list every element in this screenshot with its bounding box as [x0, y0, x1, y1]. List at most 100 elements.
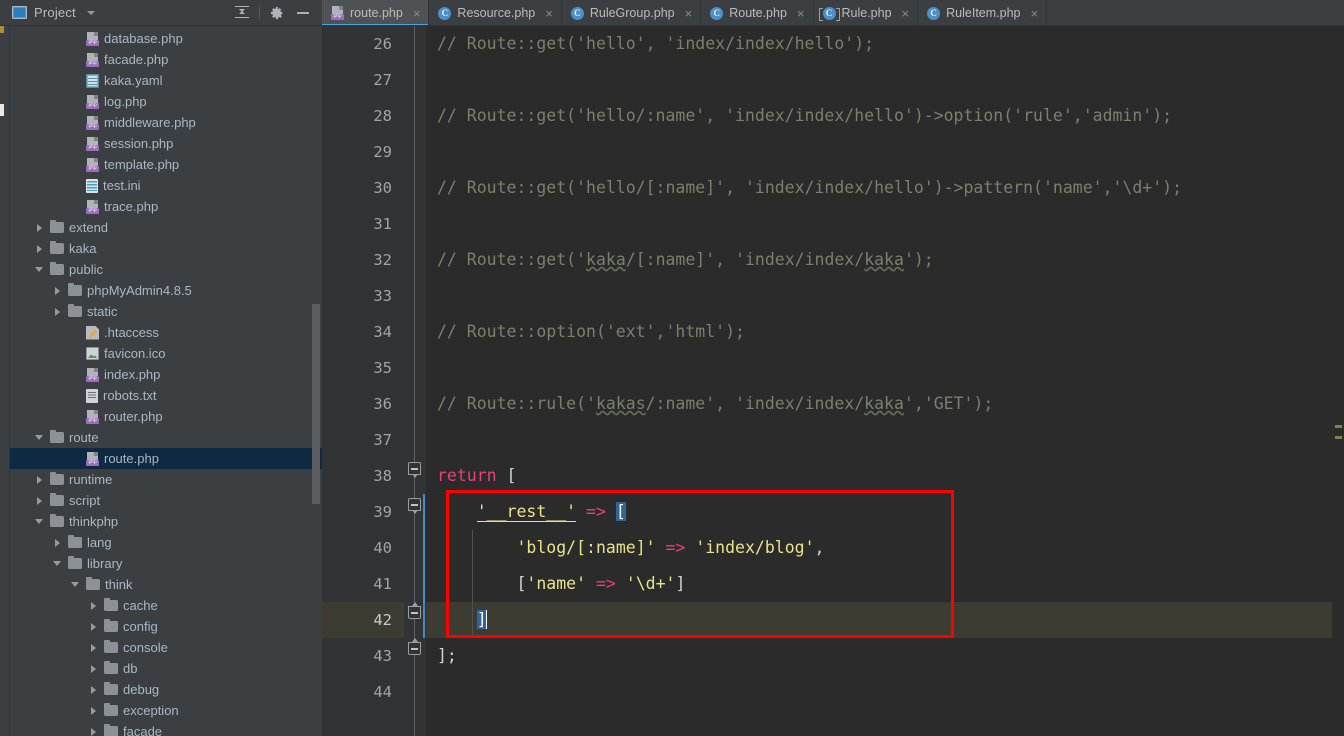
- project-tree-scrollbar[interactable]: [312, 304, 320, 504]
- code-line[interactable]: // Route::option('ext','html');: [426, 314, 1344, 350]
- code-line[interactable]: ['name' => '\d+']: [426, 566, 1344, 602]
- tree-folder-row[interactable]: public: [10, 259, 322, 280]
- code-line[interactable]: // Route::get('hello', 'index/index/hell…: [426, 26, 1344, 62]
- chevron-right-icon[interactable]: [88, 600, 99, 611]
- tree-folder-row[interactable]: console: [10, 637, 322, 658]
- fold-marker-line-43[interactable]: [406, 638, 423, 657]
- fold-marker-line-38[interactable]: [406, 460, 423, 478]
- code-line[interactable]: [426, 422, 1344, 458]
- line-number[interactable]: 41: [322, 566, 404, 602]
- line-number[interactable]: 40: [322, 530, 404, 566]
- project-tree[interactable]: php database.php php facade.php kaka.yaml php…: [10, 26, 322, 736]
- code-line[interactable]: [426, 62, 1344, 98]
- line-number[interactable]: 30: [322, 170, 404, 206]
- chevron-down-icon[interactable]: [34, 516, 45, 527]
- settings-button[interactable]: [264, 2, 290, 24]
- code-line[interactable]: [426, 278, 1344, 314]
- tree-folder-row[interactable]: route: [10, 427, 322, 448]
- code-line[interactable]: return [: [426, 458, 1344, 494]
- chevron-right-icon[interactable]: [88, 726, 99, 736]
- tree-folder-row[interactable]: kaka: [10, 238, 322, 259]
- tree-file-row[interactable]: php session.php: [10, 133, 322, 154]
- tree-folder-row[interactable]: script: [10, 490, 322, 511]
- chevron-right-icon[interactable]: [52, 306, 63, 317]
- line-number[interactable]: 36: [322, 386, 404, 422]
- code-line[interactable]: // Route::get('hello/:name', 'index/inde…: [426, 98, 1344, 134]
- code-content[interactable]: // Route::get('hello', 'index/index/hell…: [426, 26, 1344, 736]
- hide-panel-button[interactable]: [290, 2, 316, 24]
- code-line[interactable]: [426, 134, 1344, 170]
- line-number[interactable]: 42: [322, 602, 404, 638]
- tree-file-row[interactable]: php template.php: [10, 154, 322, 175]
- chevron-down-icon[interactable]: [34, 264, 45, 275]
- chevron-down-icon[interactable]: [52, 558, 63, 569]
- tree-folder-row[interactable]: thinkphp: [10, 511, 322, 532]
- code-line[interactable]: // Route::rule('kakas/:name', 'index/ind…: [426, 386, 1344, 422]
- editor-tab-route-php[interactable]: C Route.php ×: [701, 0, 814, 25]
- tree-folder-row[interactable]: runtime: [10, 469, 322, 490]
- chevron-right-icon[interactable]: [34, 495, 45, 506]
- tree-file-row[interactable]: php database.php: [10, 28, 322, 49]
- line-number[interactable]: 33: [322, 278, 404, 314]
- code-line[interactable]: // Route::get('hello/[:name]', 'index/in…: [426, 170, 1344, 206]
- line-number[interactable]: 44: [322, 674, 404, 710]
- marker-warning[interactable]: [1335, 436, 1342, 439]
- chevron-right-icon[interactable]: [34, 222, 45, 233]
- close-icon[interactable]: ×: [902, 7, 910, 20]
- code-line[interactable]: [426, 206, 1344, 242]
- chevron-right-icon[interactable]: [88, 684, 99, 695]
- close-icon[interactable]: ×: [1031, 7, 1039, 20]
- tree-folder-row[interactable]: think: [10, 574, 322, 595]
- tree-folder-row[interactable]: config: [10, 616, 322, 637]
- code-line[interactable]: [426, 674, 1344, 710]
- chevron-right-icon[interactable]: [34, 474, 45, 485]
- chevron-right-icon[interactable]: [88, 705, 99, 716]
- tree-folder-row[interactable]: lang: [10, 532, 322, 553]
- tree-file-row[interactable]: robots.txt: [10, 385, 322, 406]
- line-number[interactable]: 29: [322, 134, 404, 170]
- tree-file-row[interactable]: kaka.yaml: [10, 70, 322, 91]
- code-line[interactable]: // Route::get('kaka/[:name]', 'index/ind…: [426, 242, 1344, 278]
- tree-folder-row[interactable]: extend: [10, 217, 322, 238]
- close-icon[interactable]: ×: [797, 7, 805, 20]
- line-number[interactable]: 37: [322, 422, 404, 458]
- line-number[interactable]: 31: [322, 206, 404, 242]
- chevron-right-icon[interactable]: [88, 621, 99, 632]
- line-number[interactable]: 43: [322, 638, 404, 674]
- line-number[interactable]: 27: [322, 62, 404, 98]
- line-number[interactable]: 39: [322, 494, 404, 530]
- line-number[interactable]: 26: [322, 26, 404, 62]
- tree-file-row[interactable]: favicon.ico: [10, 343, 322, 364]
- editor-tab-ruleitem-php[interactable]: C RuleItem.php ×: [918, 0, 1048, 25]
- tree-folder-row[interactable]: phpMyAdmin4.8.5: [10, 280, 322, 301]
- chevron-right-icon[interactable]: [88, 663, 99, 674]
- chevron-right-icon[interactable]: [88, 642, 99, 653]
- tree-file-row[interactable]: php router.php: [10, 406, 322, 427]
- marker-warning[interactable]: [1335, 425, 1342, 428]
- chevron-right-icon[interactable]: [52, 285, 63, 296]
- chevron-down-icon[interactable]: [86, 10, 95, 15]
- close-icon[interactable]: ×: [545, 7, 553, 20]
- tree-file-row[interactable]: php trace.php: [10, 196, 322, 217]
- line-number[interactable]: 28: [322, 98, 404, 134]
- line-number[interactable]: 38: [322, 458, 404, 494]
- chevron-down-icon[interactable]: [34, 432, 45, 443]
- close-icon[interactable]: ×: [413, 7, 421, 20]
- editor-tab-rule-php[interactable]: C Rule.php ×: [813, 0, 919, 25]
- tree-folder-row[interactable]: facade: [10, 721, 322, 736]
- tree-file-row[interactable]: php route.php: [10, 448, 322, 469]
- line-number[interactable]: 32: [322, 242, 404, 278]
- chevron-right-icon[interactable]: [34, 243, 45, 254]
- close-icon[interactable]: ×: [685, 7, 693, 20]
- collapse-all-button[interactable]: [229, 2, 255, 24]
- tree-folder-row[interactable]: static: [10, 301, 322, 322]
- tree-file-row[interactable]: php middleware.php: [10, 112, 322, 133]
- tree-folder-row[interactable]: exception: [10, 700, 322, 721]
- tree-folder-row[interactable]: db: [10, 658, 322, 679]
- chevron-down-icon[interactable]: [70, 579, 81, 590]
- editor-tab-resource-php[interactable]: C Resource.php ×: [429, 0, 562, 25]
- fold-marker-line-39[interactable]: [406, 496, 423, 514]
- code-line[interactable]: 'blog/[:name]' => 'index/blog',: [426, 530, 1344, 566]
- tree-file-row[interactable]: php index.php: [10, 364, 322, 385]
- line-number[interactable]: 34: [322, 314, 404, 350]
